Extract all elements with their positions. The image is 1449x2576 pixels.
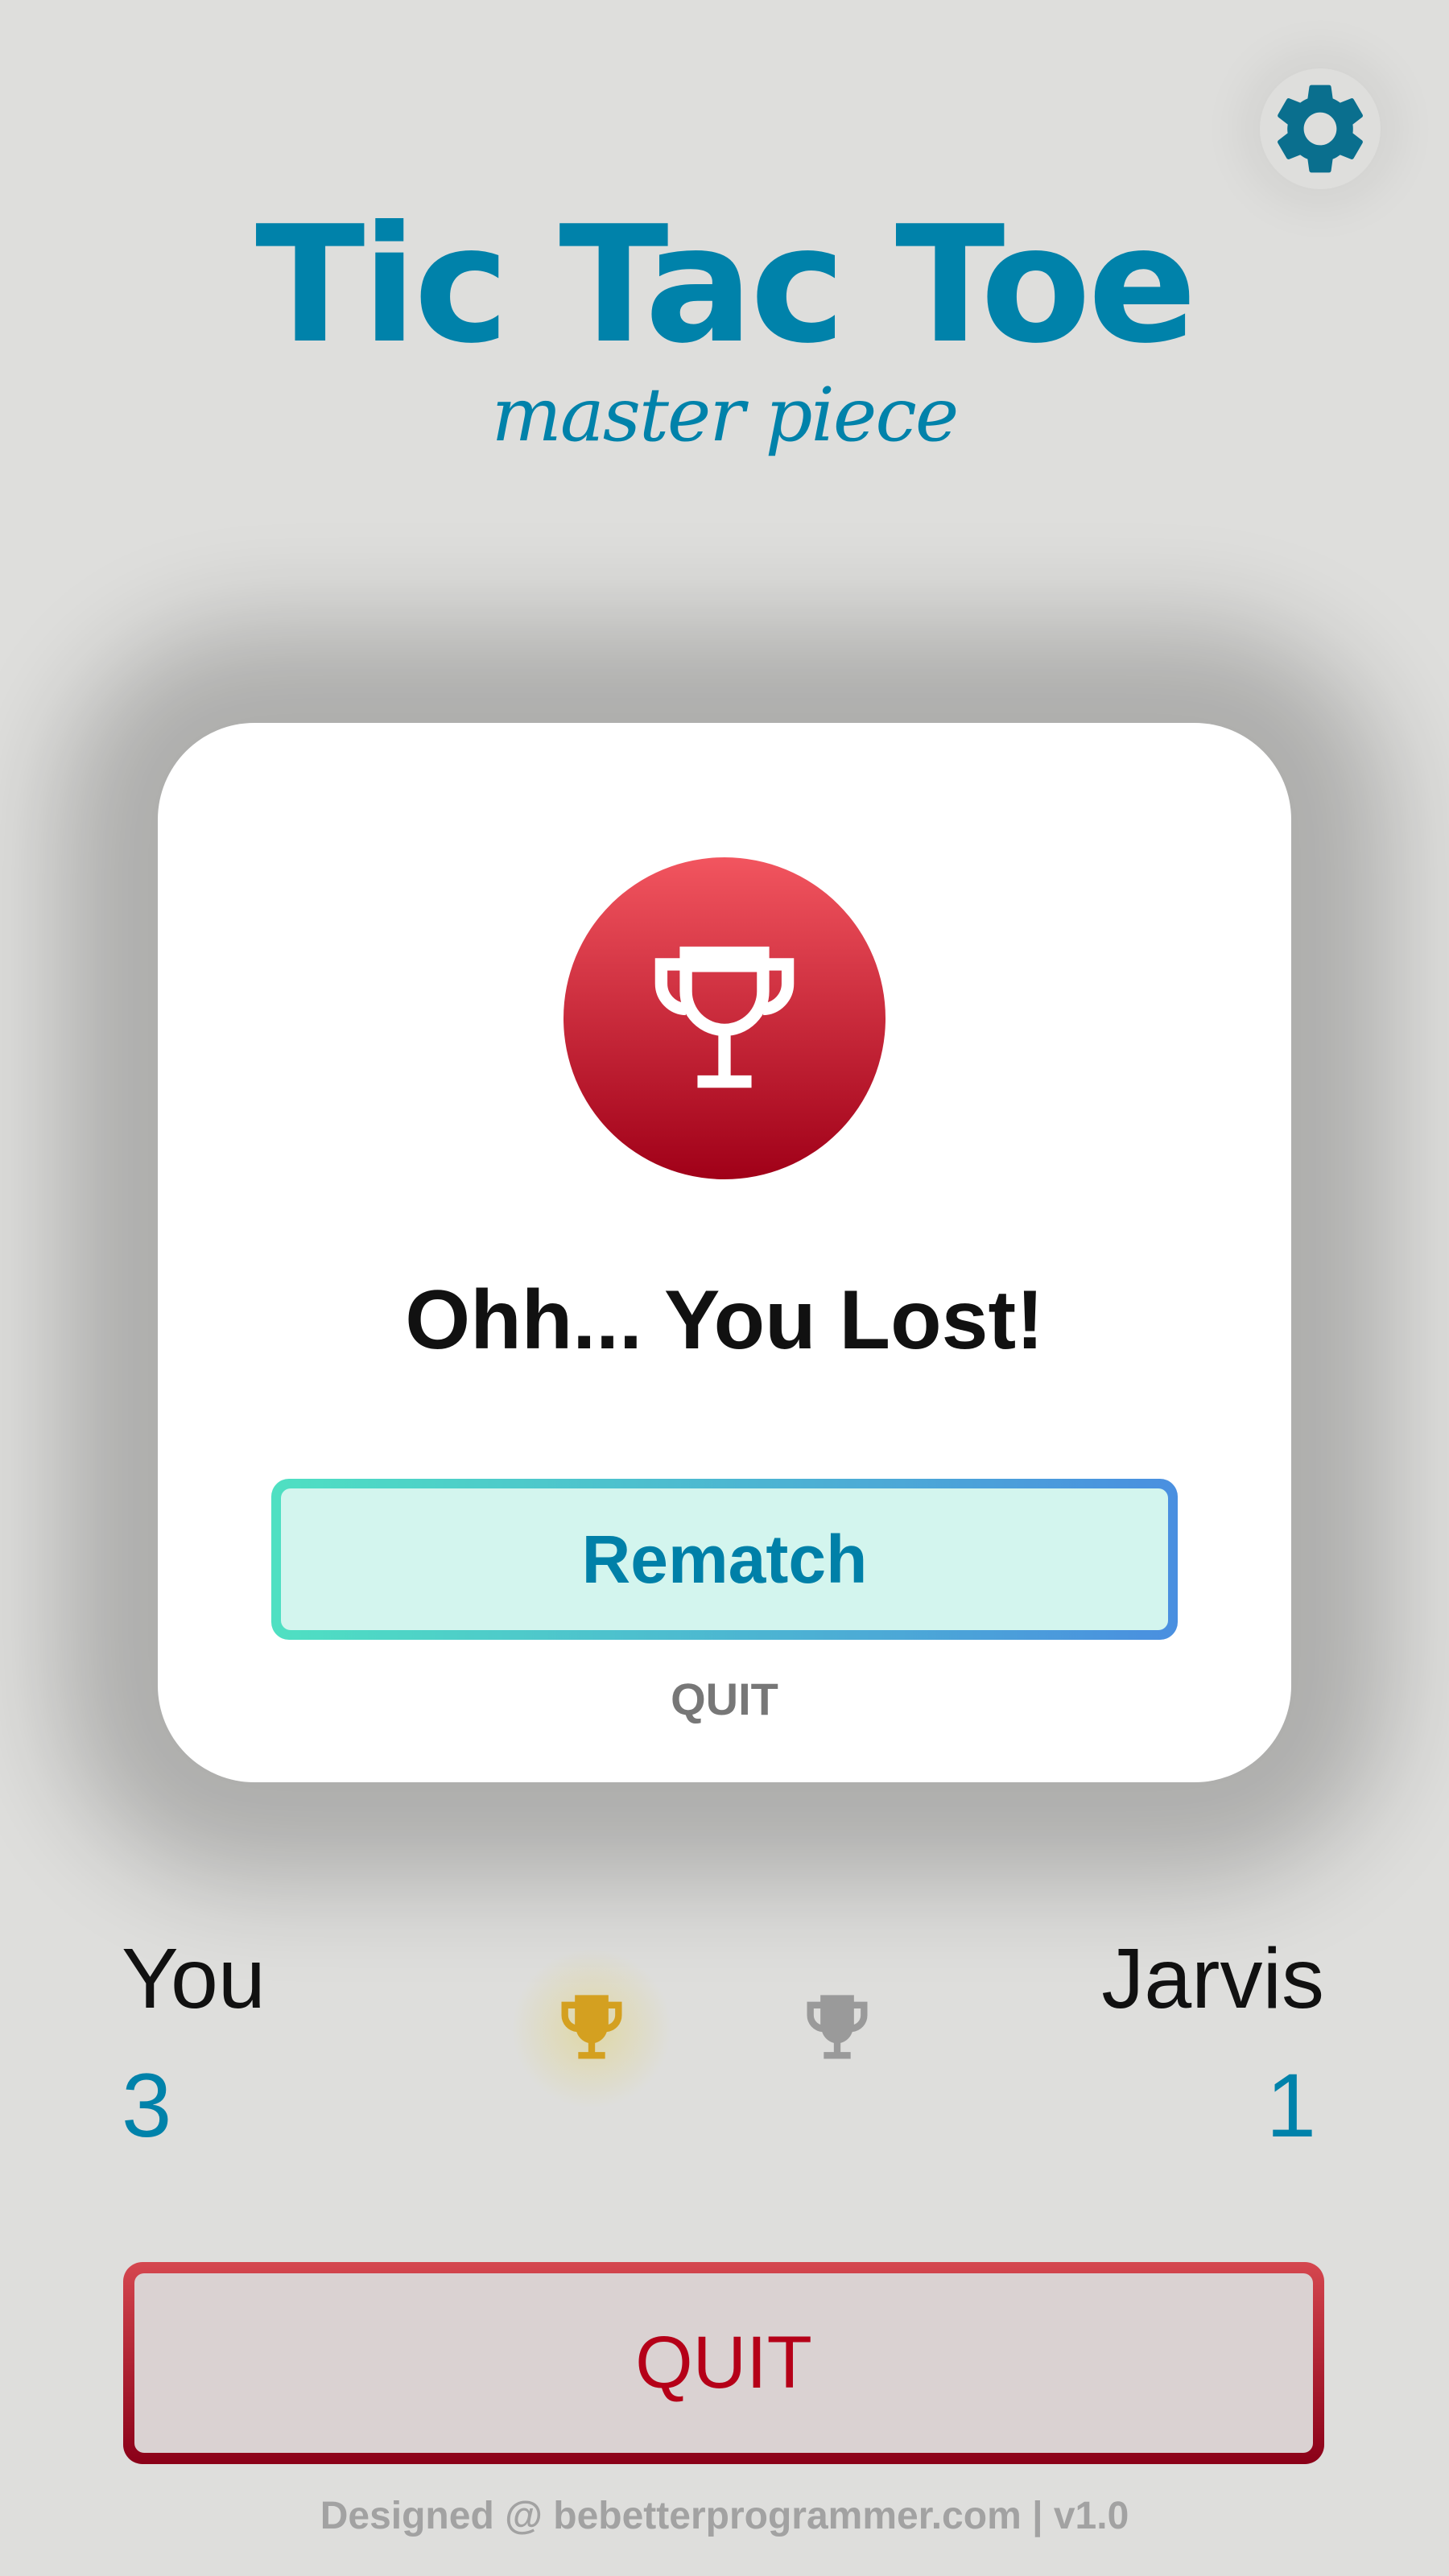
dialog-quit-button[interactable]: QUIT: [158, 1673, 1291, 1725]
footer-credit: Designed @ bebetterprogrammer.com | v1.0: [320, 2495, 1129, 2537]
rematch-button[interactable]: Rematch: [271, 1479, 1178, 1640]
app-title: Tic Tac Toe: [255, 192, 1197, 379]
trophy-icon: [654, 946, 795, 1088]
game-over-dialog: Ohh... You Lost! Rematch QUIT: [158, 723, 1291, 1782]
quit-game-label: QUIT: [134, 2273, 1313, 2453]
player-you-name: You: [122, 1931, 266, 2026]
quit-game-button[interactable]: QUIT: [123, 2262, 1324, 2464]
player-jarvis-score: 1: [1265, 2055, 1316, 2156]
gear-icon: [1278, 85, 1363, 173]
result-badge: [564, 857, 886, 1179]
result-message: Ohh... You Lost!: [405, 1274, 1044, 1367]
trophy-icon-jarvis: [807, 1995, 868, 2059]
trophy-icon-you: [561, 1995, 622, 2059]
app-subtitle: master piece: [491, 372, 960, 458]
rematch-label: Rematch: [281, 1488, 1168, 1630]
settings-button[interactable]: [1260, 68, 1381, 189]
player-jarvis-name: Jarvis: [1101, 1931, 1324, 2026]
player-you-score: 3: [122, 2055, 172, 2156]
